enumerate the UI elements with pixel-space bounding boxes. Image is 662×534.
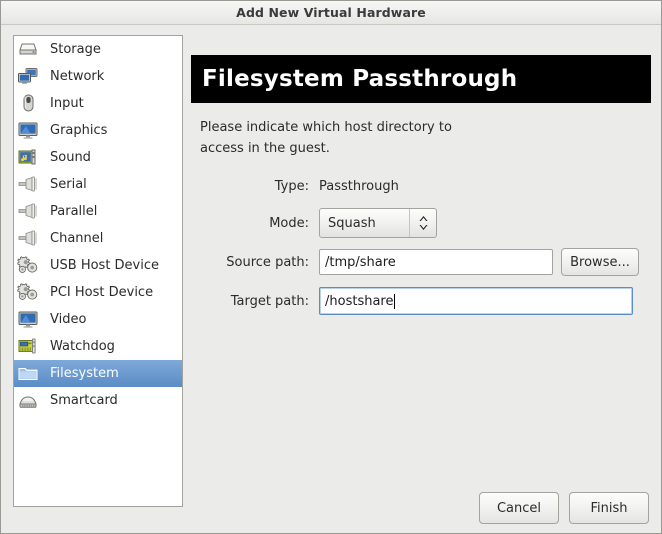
sidebar-item-smartcard[interactable]: Smartcard xyxy=(14,387,182,414)
mode-dropdown[interactable]: Squash xyxy=(319,208,437,238)
filesystem-form: Type: Passthrough Mode: Squash Source pa… xyxy=(191,173,661,325)
target-path-value: /hostshare xyxy=(325,293,394,309)
hardware-category-list[interactable]: Storage Network Input Graphics Sound Serial Pa… xyxy=(13,35,183,507)
sidebar-item-label: USB Host Device xyxy=(50,258,160,273)
monitor-icon xyxy=(17,120,41,142)
dialog-actions: Cancel Finish xyxy=(479,492,649,524)
sidebar-item-label: Network xyxy=(50,69,105,84)
sidebar-item-video[interactable]: Video xyxy=(14,306,182,333)
sidebar-item-label: PCI Host Device xyxy=(50,285,154,300)
sidebar-item-filesystem[interactable]: Filesystem xyxy=(14,360,182,387)
source-path-label: Source path: xyxy=(226,254,309,270)
intro-text: Please indicate which host directory to … xyxy=(200,117,530,159)
text-cursor xyxy=(394,293,396,309)
section-banner: Filesystem Passthrough xyxy=(191,55,651,103)
window-titlebar: Add New Virtual Hardware xyxy=(1,1,661,25)
sidebar-item-watchdog[interactable]: Watchdog xyxy=(14,333,182,360)
sidebar-item-label: Input xyxy=(50,96,84,111)
mode-label: Mode: xyxy=(269,215,309,231)
sidebar-item-channel[interactable]: Channel xyxy=(14,225,182,252)
window-title: Add New Virtual Hardware xyxy=(236,5,426,20)
gears-icon xyxy=(17,282,41,304)
serial-plug-icon xyxy=(17,174,41,196)
add-hardware-dialog: Add New Virtual Hardware Storage Network I… xyxy=(0,0,662,534)
sidebar-item-label: Sound xyxy=(50,150,91,165)
main-panel: Filesystem Passthrough Please indicate w… xyxy=(191,25,661,533)
type-label: Type: xyxy=(274,178,309,194)
sidebar-item-label: Serial xyxy=(50,177,87,192)
network-icon xyxy=(17,66,41,88)
finish-button[interactable]: Finish xyxy=(569,492,649,524)
sidebar-item-label: Channel xyxy=(50,231,104,246)
sidebar-item-storage[interactable]: Storage xyxy=(14,36,182,63)
parallel-plug-icon xyxy=(17,201,41,223)
hard-disk-icon xyxy=(17,39,41,61)
cancel-button[interactable]: Cancel xyxy=(479,492,559,524)
sound-card-icon xyxy=(17,147,41,169)
gears-icon xyxy=(17,255,41,277)
finish-button-label: Finish xyxy=(590,500,628,516)
target-path-row: Target path: /hostshare xyxy=(191,286,661,316)
mouse-icon xyxy=(17,93,41,115)
source-path-value: /tmp/share xyxy=(325,254,396,270)
type-value: Passthrough xyxy=(319,178,399,194)
sidebar-item-label: Filesystem xyxy=(50,366,119,381)
target-path-input[interactable]: /hostshare xyxy=(319,287,633,315)
channel-plug-icon xyxy=(17,228,41,250)
type-row: Type: Passthrough xyxy=(191,173,661,199)
source-path-row: Source path: /tmp/share Browse... xyxy=(191,247,661,277)
sidebar-item-pci-host-device[interactable]: PCI Host Device xyxy=(14,279,182,306)
cancel-button-label: Cancel xyxy=(496,500,542,516)
browse-button[interactable]: Browse... xyxy=(561,248,639,276)
monitor-icon xyxy=(17,309,41,331)
sidebar-item-label: Parallel xyxy=(50,204,98,219)
target-path-label: Target path: xyxy=(230,293,309,309)
sidebar-item-serial[interactable]: Serial xyxy=(14,171,182,198)
folder-icon xyxy=(17,363,41,385)
mode-selected-value: Squash xyxy=(328,215,376,231)
sidebar-item-label: Watchdog xyxy=(50,339,115,354)
sidebar-item-usb-host-device[interactable]: USB Host Device xyxy=(14,252,182,279)
pci-card-icon xyxy=(17,336,41,358)
sidebar-item-label: Graphics xyxy=(50,123,108,138)
sidebar-item-label: Storage xyxy=(50,42,101,57)
intro-line-2: access in the guest. xyxy=(200,141,330,156)
sidebar-item-label: Video xyxy=(50,312,87,327)
sidebar-item-input[interactable]: Input xyxy=(14,90,182,117)
browse-button-label: Browse... xyxy=(570,254,630,270)
sidebar-item-parallel[interactable]: Parallel xyxy=(14,198,182,225)
page-title: Filesystem Passthrough xyxy=(202,66,518,92)
sidebar-item-graphics[interactable]: Graphics xyxy=(14,117,182,144)
sidebar-item-sound[interactable]: Sound xyxy=(14,144,182,171)
intro-line-1: Please indicate which host directory to xyxy=(200,120,452,135)
dialog-content: Storage Network Input Graphics Sound Serial Pa… xyxy=(1,25,661,533)
chevron-up-down-icon xyxy=(409,209,436,237)
sidebar-item-network[interactable]: Network xyxy=(14,63,182,90)
source-path-input[interactable]: /tmp/share xyxy=(319,249,553,275)
mode-row: Mode: Squash xyxy=(191,208,661,238)
sidebar-item-label: Smartcard xyxy=(50,393,118,408)
smartcard-reader-icon xyxy=(17,390,41,412)
